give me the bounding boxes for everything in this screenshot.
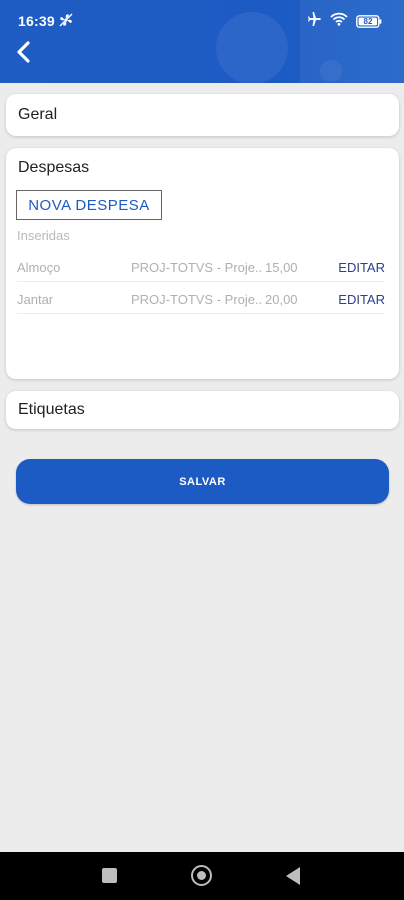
back-button[interactable] <box>12 40 36 68</box>
inserted-label: Inseridas <box>17 228 70 243</box>
section-despesas: Despesas NOVA DESPESA Inseridas Almoço P… <box>6 148 399 379</box>
recents-square-icon[interactable] <box>102 868 117 883</box>
edit-expense-button[interactable]: EDITAR <box>338 260 385 275</box>
edit-expense-button[interactable]: EDITAR <box>338 292 385 307</box>
section-title: Despesas <box>18 159 90 176</box>
status-time: 16:39 <box>18 13 55 29</box>
system-nav-bar <box>0 852 404 900</box>
expense-name: Almoço <box>17 260 61 275</box>
section-geral[interactable]: Geral <box>6 94 399 136</box>
back-triangle-icon[interactable] <box>286 867 300 885</box>
save-button[interactable]: SALVAR <box>16 459 389 504</box>
section-etiquetas[interactable]: Etiquetas <box>6 391 399 429</box>
header-decoration <box>320 60 342 82</box>
airplane-icon <box>306 11 322 32</box>
expense-project: PROJ-TOTVS - Proje... <box>131 260 263 275</box>
wifi-icon <box>330 12 348 31</box>
expense-project: PROJ-TOTVS - Proje... <box>131 292 263 307</box>
new-expense-button[interactable]: NOVA DESPESA <box>16 190 162 220</box>
header-decoration <box>216 12 288 83</box>
section-title: Etiquetas <box>18 401 85 418</box>
section-title: Geral <box>18 106 58 123</box>
expense-row: Almoço PROJ-TOTVS - Proje... 15,00 EDITA… <box>17 250 385 282</box>
battery-icon: 82 <box>356 14 382 28</box>
home-circle-icon[interactable] <box>191 865 212 886</box>
expense-row: Jantar PROJ-TOTVS - Proje... 20,00 EDITA… <box>17 282 385 314</box>
status-icons: 82 <box>306 11 382 32</box>
expense-name: Jantar <box>17 292 54 307</box>
expense-value: 15,00 <box>265 260 298 275</box>
fan-icon <box>58 12 74 28</box>
chevron-left-icon <box>16 40 32 68</box>
app-header: 16:39 82 <box>0 0 404 83</box>
expense-value: 20,00 <box>265 292 298 307</box>
battery-level: 82 <box>363 16 373 26</box>
